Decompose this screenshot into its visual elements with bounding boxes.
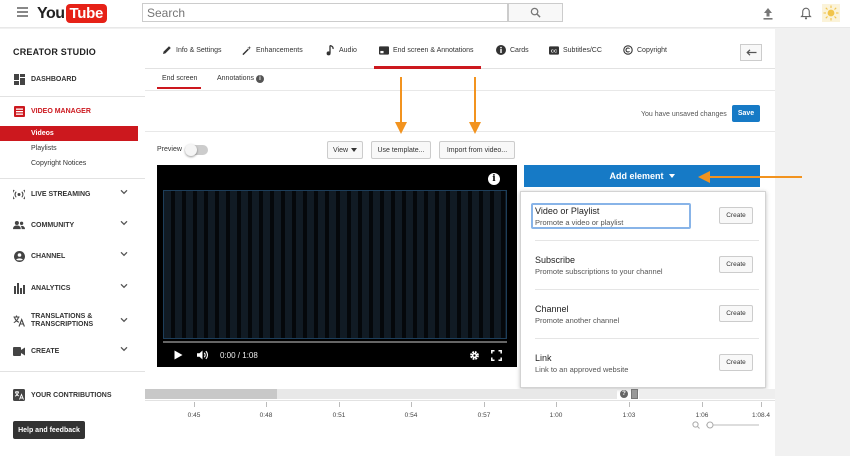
orange-arrow: [395, 77, 802, 183]
annotation-arrows: [395, 77, 802, 183]
